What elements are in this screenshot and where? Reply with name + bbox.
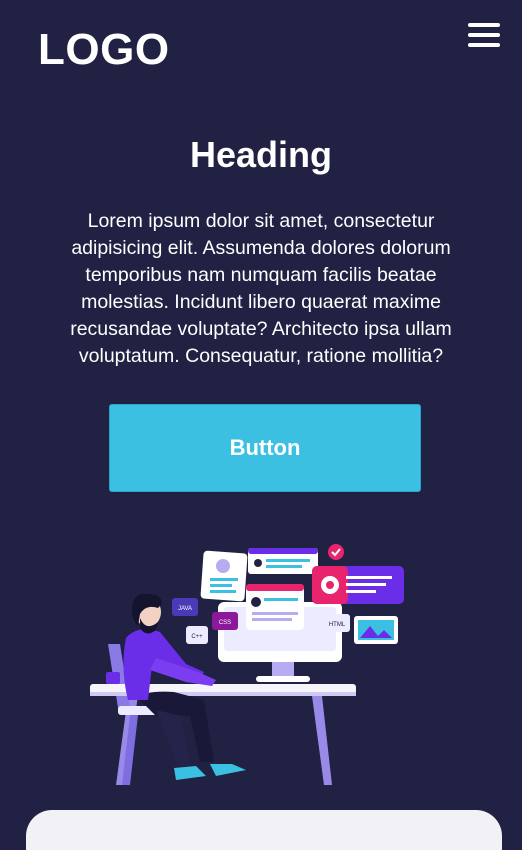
browser-card (248, 548, 318, 574)
content-card (26, 810, 502, 850)
profile-card (200, 550, 248, 602)
logo[interactable]: LOGO (38, 24, 170, 76)
menu-bar (468, 33, 500, 37)
check-icon (328, 544, 344, 560)
settings-panel (312, 566, 404, 604)
menu-bar (468, 43, 500, 47)
html-label: HTML (329, 622, 346, 628)
hero-description: Lorem ipsum dolor sit amet, consectetur … (70, 210, 452, 367)
monitor-stand (272, 662, 294, 676)
mug (106, 672, 120, 684)
css-label: CSS (219, 620, 231, 626)
page-heading: Heading (189, 134, 332, 175)
cpp-badge: C++ (186, 626, 208, 644)
hamburger-menu-icon[interactable] (468, 22, 500, 48)
java-badge: JAVA (172, 598, 198, 616)
css-badge: CSS (212, 612, 238, 630)
code-window-card (246, 584, 304, 630)
menu-bar (468, 23, 500, 27)
monitor-base (256, 676, 310, 682)
java-label: JAVA (178, 606, 192, 612)
primary-button[interactable]: Button (109, 404, 421, 492)
developer-illustration: JAVA C++ CSS HTML (90, 544, 404, 785)
cpp-label: C++ (191, 634, 203, 640)
html-badge: HTML (324, 614, 350, 632)
image-card (354, 616, 398, 644)
desk-leg (312, 696, 332, 785)
shoe (174, 766, 206, 780)
person-leg (156, 710, 190, 766)
shoe (210, 764, 246, 776)
